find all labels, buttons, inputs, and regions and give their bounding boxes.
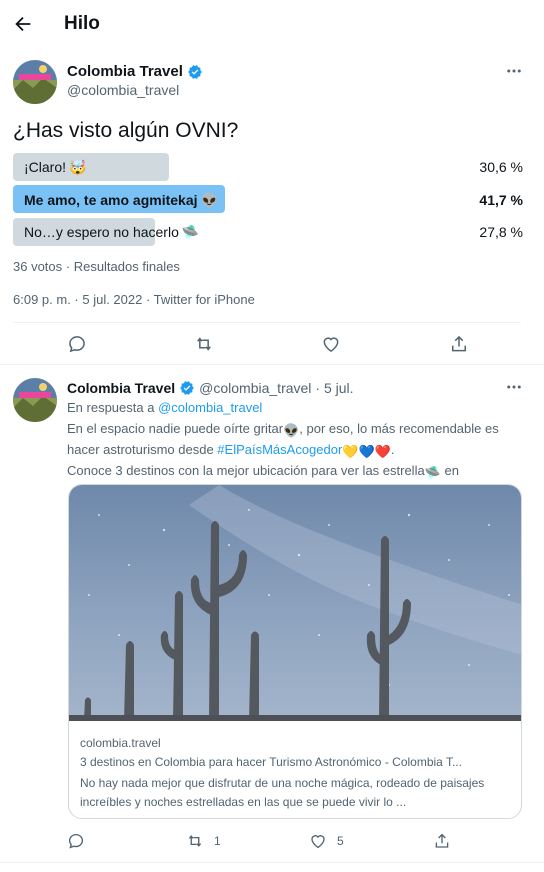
poll-option-1: ¡Claro! 🤯: [24, 153, 86, 181]
like-button[interactable]: 5: [309, 832, 344, 850]
card-description: No hay nada mejor que disfrutar de una n…: [80, 776, 485, 809]
hashtag-link[interactable]: #ElPaísMásAcogedor: [217, 442, 342, 457]
exploding-head-emoji: 🤯: [69, 158, 87, 175]
share-icon: [435, 833, 449, 848]
avatar[interactable]: [13, 378, 57, 422]
divider: [0, 862, 544, 863]
reply-icon: [68, 833, 84, 849]
retweet-icon: [188, 835, 202, 847]
card-title: 3 destinos en Colombia para hacer Turism…: [80, 755, 462, 769]
poll-meta: 36 votos · Resultados finales: [13, 259, 180, 274]
author-handle[interactable]: @colombia_travel: [199, 380, 311, 396]
retweet-button[interactable]: 1: [186, 832, 221, 850]
thread-header: Hilo: [0, 0, 544, 50]
reply-text-4: Conoce 3 destinos con la mejor ubicación…: [67, 463, 425, 478]
reply-button[interactable]: [67, 334, 87, 354]
more-options-icon[interactable]: [505, 62, 523, 80]
more-options-icon[interactable]: [505, 378, 523, 396]
verified-badge-icon: [188, 64, 202, 79]
share-button[interactable]: [433, 832, 451, 850]
reply-text-5: en: [440, 463, 459, 478]
author-name-text[interactable]: Colombia Travel: [67, 380, 175, 396]
heart-emojis: 💛💙❤️: [342, 444, 391, 459]
author-handle[interactable]: @colombia_travel: [67, 82, 179, 98]
tweet-text: ¿Has visto algún OVNI?: [13, 119, 239, 142]
reply-header: Colombia Travel @colombia_travel · 5 jul…: [67, 380, 354, 396]
share-icon: [452, 335, 466, 352]
avatar[interactable]: [13, 60, 57, 104]
poll-option-label: ¡Claro!: [24, 159, 67, 175]
reply-icon: [69, 336, 85, 353]
replying-to-link[interactable]: @colombia_travel: [158, 400, 262, 415]
share-button[interactable]: [449, 334, 469, 354]
tweet-timestamp[interactable]: 6:09 p. m. · 5 jul. 2022 · Twitter for i…: [13, 292, 255, 307]
retweet-icon: [197, 337, 211, 351]
author-name[interactable]: Colombia Travel: [67, 63, 203, 80]
alien-emoji: 👽: [283, 423, 300, 438]
heart-icon: [323, 337, 339, 352]
author-name-text[interactable]: Colombia Travel: [67, 63, 183, 80]
card-image: [69, 485, 521, 721]
retweet-count: 1: [214, 834, 221, 848]
reply-button[interactable]: [67, 832, 85, 850]
link-card[interactable]: colombia.travel 3 destinos en Colombia p…: [68, 484, 522, 819]
poll-percent-2: 41,7 %: [479, 192, 523, 208]
poll-option-label: Me amo, te amo agmitekaj: [24, 192, 198, 208]
reply-text-3: .: [390, 442, 395, 457]
poll-percent-3: 27,8 %: [479, 224, 523, 240]
divider: [13, 322, 521, 323]
poll-option-3: No…y espero no hacerlo 🛸: [24, 218, 199, 246]
retweet-button[interactable]: [193, 334, 215, 354]
replying-prefix: En respuesta a: [67, 400, 155, 415]
card-domain: colombia.travel: [80, 736, 161, 750]
back-arrow-icon[interactable]: [12, 13, 34, 35]
divider: [0, 364, 544, 365]
poll-percent-1: 30,6 %: [479, 159, 523, 175]
ufo-emoji: 🛸: [181, 223, 200, 240]
like-count: 5: [337, 834, 344, 848]
heart-icon: [311, 835, 325, 849]
alien-emoji: 👽: [200, 191, 218, 208]
reply-text-1: En el espacio nadie puede oírte gritar: [67, 421, 284, 436]
ufo-emoji: 🛸: [424, 465, 441, 480]
reply-text: En el espacio nadie puede oírte gritar👽,…: [67, 419, 525, 482]
verified-badge-icon: [180, 381, 195, 395]
poll-option-2: Me amo, te amo agmitekaj 👽: [24, 186, 218, 214]
reply-date[interactable]: · 5 jul.: [315, 380, 353, 396]
page-title: Hilo: [64, 13, 100, 34]
poll-option-label: No…y espero no hacerlo: [24, 224, 179, 240]
like-button[interactable]: [321, 334, 341, 354]
replying-to: En respuesta a @colombia_travel: [67, 400, 262, 415]
